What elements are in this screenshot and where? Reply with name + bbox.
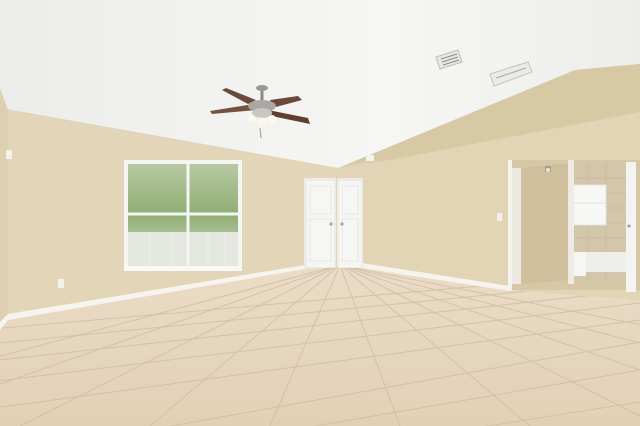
light-switch-icon [497, 213, 502, 221]
hallway-door [626, 162, 636, 292]
window [124, 160, 242, 271]
light-switch-icon [6, 150, 12, 159]
hallway-opening [508, 160, 640, 292]
smoke-detector [366, 155, 374, 161]
outlet-icon [58, 279, 64, 288]
wall-sconce-icon [545, 166, 551, 172]
closet-door-left [304, 178, 336, 268]
closet-door-right [337, 178, 363, 268]
empty-room-photo [0, 0, 640, 426]
bathroom-window [571, 184, 607, 226]
